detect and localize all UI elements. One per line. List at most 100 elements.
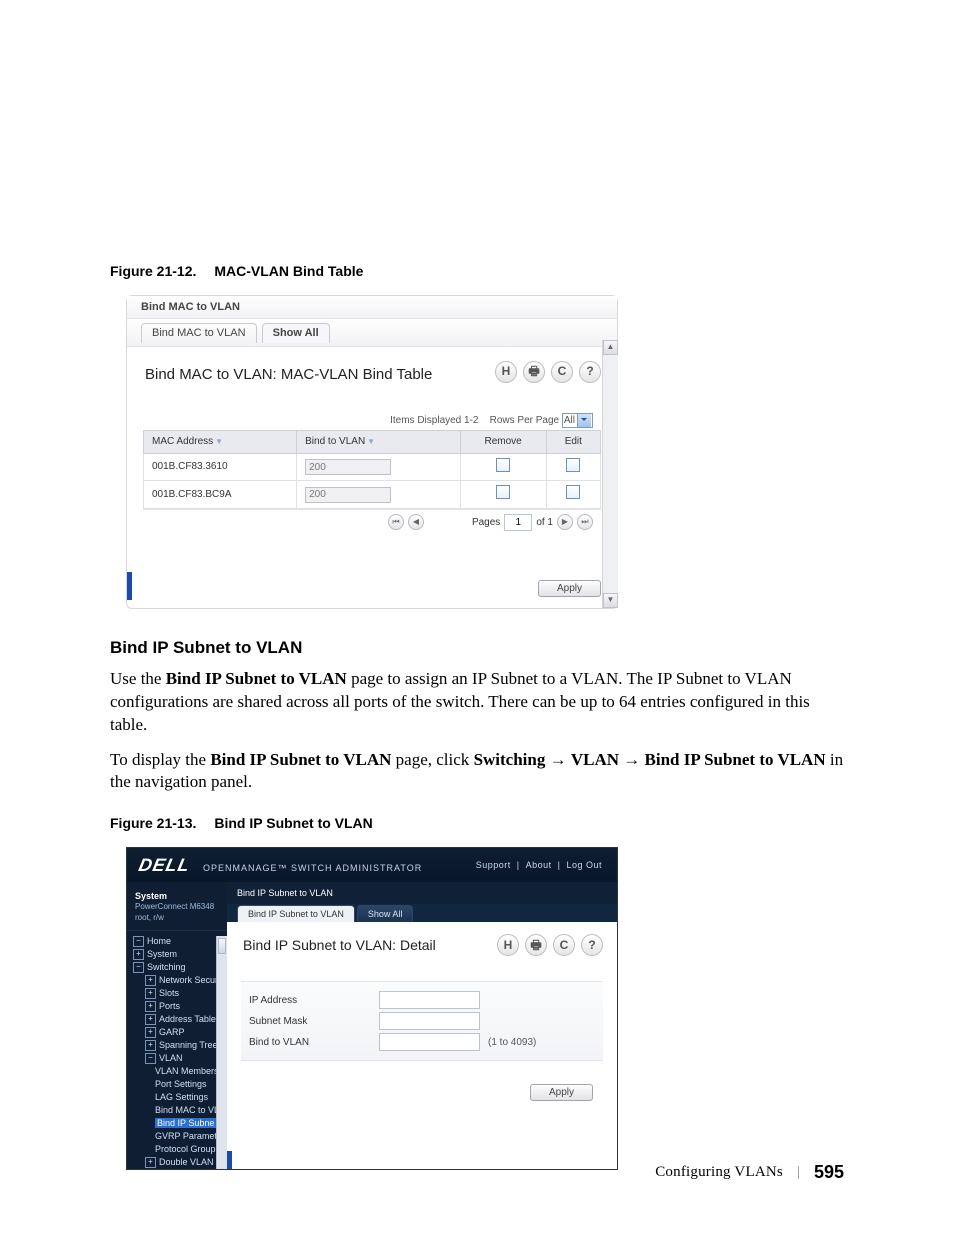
- page-number: 595: [814, 1162, 844, 1183]
- mac-cell: 001B.CF83.3610: [144, 453, 297, 481]
- ip-label: IP Address: [241, 994, 379, 1008]
- product-name: OPENMANAGE™ SWITCH ADMINISTRATOR: [203, 863, 422, 873]
- tree-bind-ip[interactable]: Bind IP Subne: [155, 1118, 216, 1128]
- edit-checkbox[interactable]: [566, 485, 580, 499]
- tree-vlan-membership[interactable]: VLAN Membersh: [155, 1066, 224, 1076]
- main-panel: Bind IP Subnet to VLAN Bind IP Subnet to…: [227, 882, 617, 1169]
- scroll-up-icon[interactable]: ▲: [603, 340, 618, 355]
- page-input[interactable]: [504, 514, 532, 531]
- save-icon[interactable]: H: [497, 934, 519, 956]
- remove-checkbox[interactable]: [496, 458, 510, 472]
- bind-vlan-input[interactable]: [379, 1033, 480, 1051]
- page-next-icon[interactable]: ▶: [557, 514, 573, 530]
- expand-icon[interactable]: +: [133, 949, 144, 960]
- brand-logo: DELL: [139, 855, 190, 875]
- vlan-input[interactable]: [305, 487, 391, 503]
- sort-icon: ▼: [367, 437, 375, 448]
- tree-home[interactable]: Home: [147, 936, 171, 946]
- tree-ports[interactable]: Ports: [159, 1001, 180, 1011]
- tab-bind-mac[interactable]: Bind MAC to VLAN: [141, 323, 257, 343]
- tab-show-all[interactable]: Show All: [262, 323, 330, 343]
- page-prev-icon[interactable]: ◀: [408, 514, 424, 530]
- col-edit: Edit: [546, 431, 600, 454]
- section-heading: Bind IP Subnet to VLAN: [110, 637, 844, 660]
- col-mac[interactable]: MAC Address▼: [144, 431, 297, 454]
- scrollbar[interactable]: ▲ ▼: [602, 340, 618, 608]
- breadcrumb: Bind IP Subnet to VLAN: [227, 882, 617, 904]
- collapse-icon[interactable]: −: [133, 936, 144, 947]
- toolbar-icons: H 🖶 C ?: [497, 934, 603, 956]
- of-label: of 1: [536, 516, 553, 530]
- page-first-icon[interactable]: ⏮: [388, 514, 404, 530]
- tree-gvrp[interactable]: GVRP Paramete: [155, 1131, 222, 1141]
- edit-checkbox[interactable]: [566, 458, 580, 472]
- sidebar-user: root, r/w: [127, 913, 227, 930]
- collapse-icon[interactable]: −: [133, 962, 144, 973]
- selection-marker: [227, 1151, 232, 1169]
- figure-21-12-caption: Figure 21-12.MAC-VLAN Bind Table: [110, 262, 844, 281]
- bind-hint: (1 to 4093): [488, 1036, 536, 1050]
- tab-bind-ip[interactable]: Bind IP Subnet to VLAN: [237, 905, 355, 922]
- help-icon[interactable]: ?: [581, 934, 603, 956]
- figure-21-13-caption: Figure 21-13.Bind IP Subnet to VLAN: [110, 814, 844, 833]
- tree-port-settings[interactable]: Port Settings: [155, 1079, 207, 1089]
- help-icon[interactable]: ?: [579, 361, 601, 383]
- expand-icon[interactable]: +: [145, 1014, 156, 1025]
- logout-link[interactable]: Log Out: [566, 860, 602, 870]
- support-link[interactable]: Support: [476, 860, 511, 870]
- scroll-thumb[interactable]: [218, 938, 226, 954]
- apply-button[interactable]: Apply: [538, 580, 601, 597]
- refresh-icon[interactable]: C: [553, 934, 575, 956]
- fig2-title: Bind IP Subnet to VLAN: [214, 815, 372, 831]
- mac-cell: 001B.CF83.BC9A: [144, 481, 297, 509]
- expand-icon[interactable]: +: [145, 1040, 156, 1051]
- tree-spanning[interactable]: Spanning Tree: [159, 1040, 218, 1050]
- pager: ⏮ ◀ Pages of 1 ▶ ⏭: [143, 509, 601, 535]
- sidebar-system: System: [127, 890, 227, 902]
- vlan-input[interactable]: [305, 459, 391, 475]
- tree-vlan[interactable]: VLAN: [159, 1053, 183, 1063]
- col-bind[interactable]: Bind to VLAN▼: [297, 431, 460, 454]
- apply-button[interactable]: Apply: [530, 1084, 593, 1101]
- tab-strip: Bind MAC to VLAN Show All: [127, 319, 617, 347]
- table-row: 001B.CF83.3610: [144, 453, 601, 481]
- tree-system[interactable]: System: [147, 949, 177, 959]
- window-title: Bind MAC to VLAN: [127, 296, 617, 319]
- print-icon[interactable]: 🖶: [523, 361, 545, 383]
- tree-bind-mac[interactable]: Bind MAC to VLA: [155, 1105, 225, 1115]
- items-displayed: Items Displayed 1-2: [390, 415, 478, 426]
- app-topbar: DELL OPENMANAGE™ SWITCH ADMINISTRATOR Su…: [127, 848, 617, 882]
- mask-label: Subnet Mask: [241, 1015, 379, 1029]
- expand-icon[interactable]: +: [145, 988, 156, 999]
- remove-checkbox[interactable]: [496, 485, 510, 499]
- collapse-icon[interactable]: −: [145, 1053, 156, 1064]
- page-last-icon[interactable]: ⏭: [577, 514, 593, 530]
- refresh-icon[interactable]: C: [551, 361, 573, 383]
- expand-icon[interactable]: +: [145, 975, 156, 986]
- tree-switching[interactable]: Switching: [147, 962, 186, 972]
- tab-show-all[interactable]: Show All: [357, 905, 414, 922]
- top-links: Support | About | Log Out: [473, 859, 605, 871]
- save-icon[interactable]: H: [495, 361, 517, 383]
- expand-icon[interactable]: +: [145, 1001, 156, 1012]
- print-icon[interactable]: 🖶: [525, 934, 547, 956]
- table-row: 001B.CF83.BC9A: [144, 481, 601, 509]
- about-link[interactable]: About: [526, 860, 552, 870]
- sidebar: System PowerConnect M6348 root, r/w −Hom…: [127, 882, 227, 1169]
- table-meta: Items Displayed 1-2 Rows Per Page All: [143, 411, 601, 431]
- expand-icon[interactable]: +: [145, 1157, 156, 1168]
- tree-addrtables[interactable]: Address Tables: [159, 1014, 220, 1024]
- mac-vlan-table: MAC Address▼ Bind to VLAN▼ Remove Edit 0…: [143, 430, 601, 509]
- subnet-mask-input[interactable]: [379, 1012, 480, 1030]
- expand-icon[interactable]: +: [145, 1027, 156, 1038]
- form-block: IP Address Subnet Mask Bind to VLAN(1 to…: [241, 981, 603, 1061]
- tree-lag-settings[interactable]: LAG Settings: [155, 1092, 208, 1102]
- rows-per-page-select[interactable]: All: [562, 413, 593, 429]
- sidebar-scrollbar[interactable]: [216, 936, 227, 1169]
- tree-garp[interactable]: GARP: [159, 1027, 185, 1037]
- scroll-down-icon[interactable]: ▼: [603, 593, 618, 608]
- ip-address-input[interactable]: [379, 991, 480, 1009]
- tree-double-vlan[interactable]: Double VLAN: [159, 1157, 214, 1167]
- tree-slots[interactable]: Slots: [159, 988, 179, 998]
- tree-protocol-group[interactable]: Protocol Group: [155, 1144, 216, 1154]
